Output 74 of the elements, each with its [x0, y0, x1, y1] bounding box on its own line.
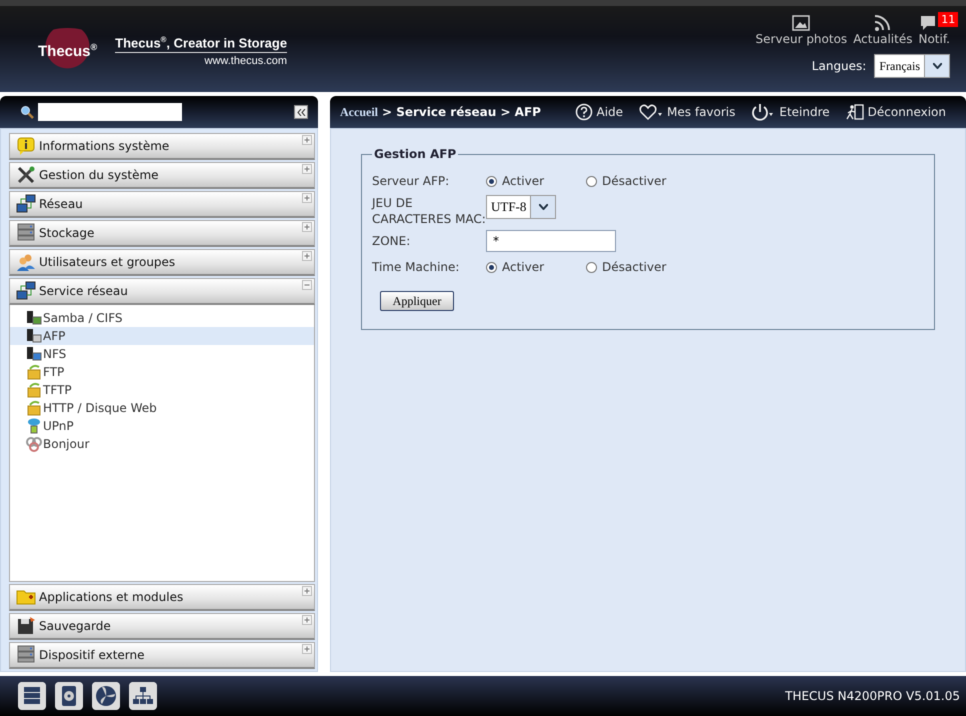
fan-icon[interactable] — [92, 682, 120, 710]
help-icon — [574, 103, 592, 121]
tools-icon — [16, 165, 36, 185]
double-chevron-icon — [296, 108, 306, 116]
network-icon[interactable] — [129, 682, 157, 710]
field-label: Serveur AFP: — [372, 173, 450, 189]
field-label: Time Machine: — [372, 259, 460, 275]
collapse-button[interactable] — [294, 105, 308, 119]
sidebar-section[interactable]: Informations système — [9, 133, 315, 160]
sidebar-section[interactable]: Applications et modules — [9, 584, 315, 611]
picture-icon — [791, 14, 812, 32]
speech-bubble-icon — [921, 16, 936, 30]
header-shortcut[interactable]: Serveur photos — [756, 14, 848, 46]
tree-item[interactable]: FTP — [10, 363, 314, 381]
breadcrumb-link[interactable]: Accueil — [340, 104, 378, 120]
notification-badge: 11 — [938, 12, 958, 27]
field-label: ZONE: — [372, 233, 412, 249]
language-select[interactable]: Français — [874, 54, 950, 78]
radio-option[interactable]: Désactiver — [586, 260, 686, 274]
computer-icon — [26, 328, 42, 344]
toolbar-button[interactable]: Eteindre — [751, 103, 830, 121]
folder-icon — [26, 364, 42, 380]
computer-icon — [26, 346, 42, 362]
folder-icon — [26, 382, 42, 398]
website-text: www.thecus.com — [204, 55, 288, 68]
tree-item[interactable]: AFP — [10, 327, 314, 345]
search-icon — [20, 105, 34, 119]
zone-field[interactable]: * — [486, 230, 616, 252]
sidebar-section[interactable]: Utilisateurs et groupes — [9, 249, 315, 276]
server-icon — [16, 645, 36, 665]
apply-button[interactable]: Appliquer — [380, 291, 454, 311]
model-version: THECUS N4200PRO V5.01.05 — [785, 689, 960, 703]
header-shortcut[interactable]: Actualités — [853, 14, 912, 46]
sidebar-section[interactable]: Stockage — [9, 220, 315, 247]
sidebar-section[interactable]: Service réseau — [9, 278, 315, 305]
rss-icon — [872, 14, 893, 32]
logout-icon — [846, 103, 864, 121]
tree-item[interactable]: Samba / CIFS — [10, 309, 314, 327]
globe-icon — [26, 418, 42, 434]
caret-icon — [538, 204, 548, 210]
toolbar-button[interactable]: Aide — [574, 103, 624, 121]
language-label: Langues: — [812, 59, 866, 73]
group-title: Gestion AFP — [373, 147, 458, 161]
info-icon — [16, 136, 36, 156]
sidebar-section[interactable]: Gestion du système — [9, 162, 315, 189]
server-icon[interactable] — [18, 682, 46, 710]
toolbar-button[interactable]: Mes favoris — [639, 103, 736, 121]
field-label: JEU DE CARACTERES MAC: — [372, 195, 486, 227]
tree-item[interactable]: UPnP — [10, 417, 314, 435]
network-icon — [16, 194, 36, 214]
tree-item[interactable]: Bonjour — [10, 435, 314, 453]
charset-select[interactable]: UTF-8 — [486, 195, 556, 219]
network-icon — [16, 281, 36, 301]
radio-option[interactable]: Activer — [486, 260, 586, 274]
toolbar-button[interactable]: Déconnexion — [846, 103, 946, 121]
users-icon — [16, 252, 36, 272]
tree-item[interactable]: NFS — [10, 345, 314, 363]
heart-icon — [639, 103, 664, 121]
sidebar-section[interactable]: Réseau — [9, 191, 315, 218]
folder-icon — [26, 400, 42, 416]
caret-icon — [932, 63, 942, 69]
radio-option[interactable]: Activer — [486, 174, 586, 188]
breadcrumb-path: > Service réseau > AFP — [382, 105, 541, 119]
power-icon — [751, 103, 776, 121]
sidebar-section[interactable]: Sauvegarde — [9, 613, 315, 640]
computer-icon — [26, 310, 42, 326]
hard-disk-icon[interactable] — [55, 682, 83, 710]
search-field[interactable] — [38, 103, 182, 121]
server-icon — [16, 223, 36, 243]
radio-option[interactable]: Désactiver — [586, 174, 686, 188]
tree-item[interactable]: TFTP — [10, 381, 314, 399]
tagline: Thecus$^{®}$, Creator in Storage — [115, 34, 288, 54]
sidebar-section[interactable]: Dispositif externe — [9, 642, 315, 669]
tree-item[interactable]: HTTP / Disque Web — [10, 399, 314, 417]
